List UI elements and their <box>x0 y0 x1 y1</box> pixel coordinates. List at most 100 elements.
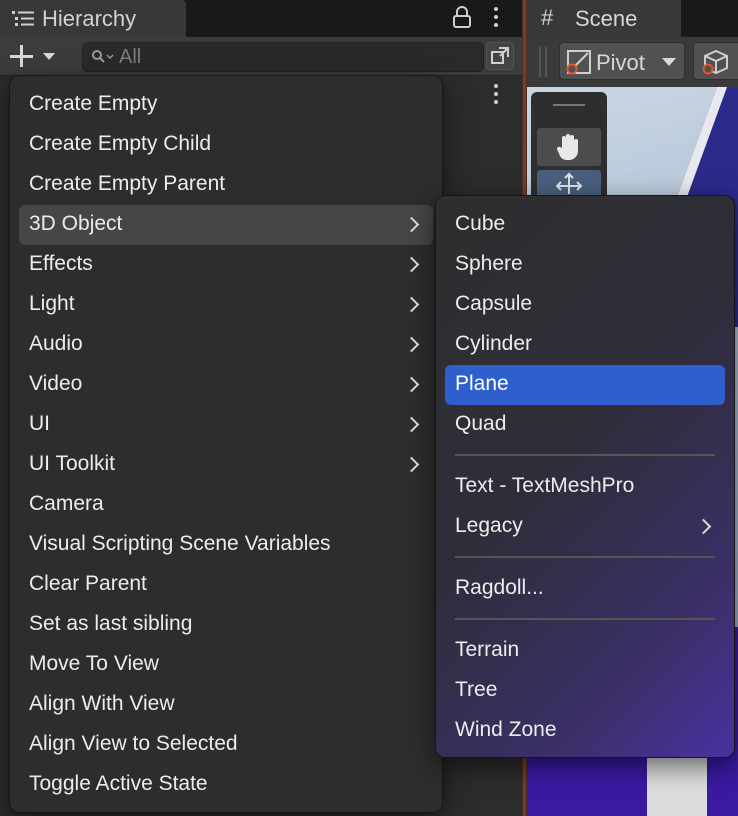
search-icon <box>92 50 114 63</box>
menu-item-label: Create Empty Child <box>29 132 212 155</box>
scene-tool-palette <box>531 92 607 202</box>
menu-item-label: Legacy <box>455 514 523 537</box>
tab-hierarchy[interactable]: Hierarchy <box>0 0 186 37</box>
list-icon <box>12 11 34 26</box>
chevron-right-icon <box>695 518 712 535</box>
local-global-toggle[interactable] <box>693 42 738 80</box>
submenu-item-legacy[interactable]: Legacy <box>445 507 725 547</box>
menu-separator <box>455 454 715 456</box>
tab-scene[interactable]: # Scene <box>527 0 681 37</box>
submenu-item-tree[interactable]: Tree <box>445 671 725 711</box>
menu-item-label: Wind Zone <box>455 718 557 741</box>
menu-item-label: Light <box>29 292 75 315</box>
menu-item-create-empty-parent[interactable]: Create Empty Parent <box>19 165 433 205</box>
submenu-item-text-textmeshpro[interactable]: Text - TextMeshPro <box>445 467 725 507</box>
menu-item-label: Visual Scripting Scene Variables <box>29 532 331 555</box>
create-dropdown-button[interactable] <box>6 43 58 69</box>
submenu-item-plane[interactable]: Plane <box>445 365 725 405</box>
pivot-dropdown[interactable]: Pivot <box>559 42 685 80</box>
chevron-right-icon <box>403 416 420 433</box>
maximize-icon[interactable] <box>486 42 514 70</box>
chevron-right-icon <box>403 376 420 393</box>
menu-item-label: Move To View <box>29 652 159 675</box>
3d-object-submenu: Cube Sphere Capsule Cylinder Plane Quad Text -… <box>435 195 735 758</box>
submenu-item-capsule[interactable]: Capsule <box>445 285 725 325</box>
menu-item-label: Capsule <box>455 292 533 315</box>
chevron-right-icon <box>403 216 420 233</box>
menu-item-3d-object[interactable]: 3D Object <box>19 205 433 245</box>
submenu-item-wind-zone[interactable]: Wind Zone <box>445 711 725 751</box>
hierarchy-options-icon[interactable] <box>494 7 498 31</box>
menu-item-ui[interactable]: UI <box>19 405 433 445</box>
menu-item-light[interactable]: Light <box>19 285 433 325</box>
menu-item-align-view-to-selected[interactable]: Align View to Selected <box>19 725 433 765</box>
scene-toolbar: Pivot <box>527 37 738 87</box>
menu-item-label: Camera <box>29 492 104 515</box>
menu-item-label: UI Toolkit <box>29 452 115 475</box>
hierarchy-toolbar: All <box>0 37 522 76</box>
pivot-label: Pivot <box>596 50 645 75</box>
menu-item-align-with-view[interactable]: Align With View <box>19 685 433 725</box>
scene-tab-bar: # Scene <box>527 0 738 37</box>
menu-item-label: Audio <box>29 332 83 355</box>
menu-item-label: Plane <box>455 372 509 395</box>
toolbar-grip-icon[interactable] <box>539 47 547 77</box>
hand-icon <box>556 134 578 161</box>
submenu-item-quad[interactable]: Quad <box>445 405 725 445</box>
scene-tab-title: Scene <box>575 6 638 31</box>
menu-item-create-empty-child[interactable]: Create Empty Child <box>19 125 433 165</box>
menu-item-label: Align View to Selected <box>29 732 238 755</box>
grid-icon: # <box>541 5 554 30</box>
menu-item-label: Cube <box>455 212 506 235</box>
menu-item-label: Create Empty Parent <box>29 172 226 195</box>
menu-separator <box>455 618 715 620</box>
menu-item-label: Toggle Active State <box>29 772 208 795</box>
hierarchy-tab-title: Hierarchy <box>42 6 137 31</box>
menu-item-label: Video <box>29 372 83 395</box>
chevron-down-icon <box>662 58 676 66</box>
submenu-item-cylinder[interactable]: Cylinder <box>445 325 725 365</box>
lock-icon[interactable] <box>452 6 472 28</box>
submenu-item-ragdoll[interactable]: Ragdoll... <box>445 569 725 609</box>
create-context-menu: Create Empty Create Empty Child Create Emp… <box>9 75 443 813</box>
hierarchy-search-input[interactable]: All <box>82 42 484 72</box>
hierarchy-tab-bar: Hierarchy <box>0 0 522 37</box>
chevron-down-icon <box>43 53 55 60</box>
menu-item-label: 3D Object <box>29 212 123 235</box>
chevron-right-icon <box>403 336 420 353</box>
scene-options-icon[interactable] <box>494 84 498 108</box>
menu-item-ui-toolkit[interactable]: UI Toolkit <box>19 445 433 485</box>
hand-tool-button[interactable] <box>537 128 601 166</box>
menu-item-camera[interactable]: Camera <box>19 485 433 525</box>
menu-item-label: Cylinder <box>455 332 533 355</box>
chevron-right-icon <box>403 296 420 313</box>
menu-item-label: Set as last sibling <box>29 612 193 635</box>
menu-item-clear-parent[interactable]: Clear Parent <box>19 565 433 605</box>
submenu-item-sphere[interactable]: Sphere <box>445 245 725 285</box>
menu-item-label: Terrain <box>455 638 520 661</box>
menu-item-move-to-view[interactable]: Move To View <box>19 645 433 685</box>
menu-item-label: UI <box>29 412 50 435</box>
menu-item-toggle-active-state[interactable]: Toggle Active State <box>19 765 433 805</box>
cube-icon <box>702 49 728 75</box>
menu-item-label: Sphere <box>455 252 523 275</box>
menu-item-effects[interactable]: Effects <box>19 245 433 285</box>
menu-item-audio[interactable]: Audio <box>19 325 433 365</box>
search-placeholder: All <box>119 46 142 68</box>
menu-separator <box>455 556 715 558</box>
menu-item-label: Ragdoll... <box>455 576 544 599</box>
menu-item-label: Quad <box>455 412 507 435</box>
chevron-right-icon <box>403 256 420 273</box>
move-icon <box>555 172 583 194</box>
chevron-right-icon <box>403 456 420 473</box>
drag-handle[interactable] <box>553 104 585 106</box>
menu-item-label: Effects <box>29 252 93 275</box>
menu-item-label: Create Empty <box>29 92 158 115</box>
menu-item-create-empty[interactable]: Create Empty <box>19 85 433 125</box>
submenu-item-terrain[interactable]: Terrain <box>445 631 725 671</box>
submenu-item-cube[interactable]: Cube <box>445 205 725 245</box>
pivot-icon <box>566 50 591 75</box>
menu-item-set-as-last-sibling[interactable]: Set as last sibling <box>19 605 433 645</box>
menu-item-visual-scripting-scene-variables[interactable]: Visual Scripting Scene Variables <box>19 525 433 565</box>
menu-item-video[interactable]: Video <box>19 365 433 405</box>
